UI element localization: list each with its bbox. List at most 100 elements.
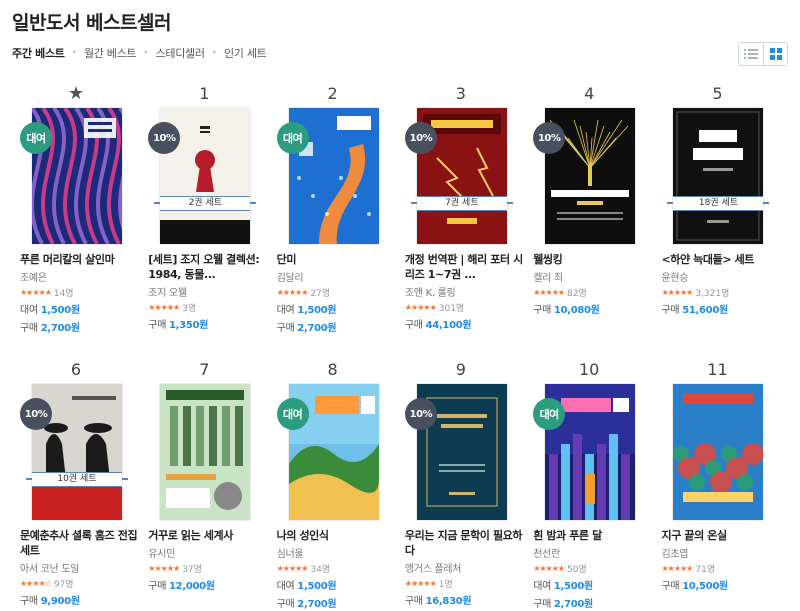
rating-count: 3명: [182, 304, 197, 314]
book-card[interactable]: 4 10% 웰씽킹 켈리 최 ★★★★★ 82명 구매 10,080원: [533, 84, 661, 338]
book-card[interactable]: 2 대여 단미 김달리 ★★★★★ 27명 대여 1,500원 구매 2,700원: [276, 84, 405, 338]
price-label: 구매: [533, 305, 551, 316]
purchase-price: 구매 44,100원: [405, 316, 525, 331]
price-label: 구매: [661, 581, 680, 592]
tab-steady-seller[interactable]: 스테디셀러: [156, 45, 205, 61]
book-card[interactable]: 11 지구 끝의 온실 김초엽 ★★★★★ 71명 구매 10,500원: [661, 360, 789, 611]
book-cover-wrap[interactable]: 대여: [276, 384, 389, 520]
set-count-tag: 7권 세트: [410, 196, 513, 211]
rating-count: 34명: [310, 565, 331, 575]
book-cover-wrap[interactable]: 대여: [20, 108, 132, 244]
price-label: 구매: [20, 323, 38, 334]
price-value: 2,700원: [553, 599, 593, 610]
book-cover-wrap[interactable]: [661, 384, 773, 520]
tab-monthly-best[interactable]: 월간 베스트: [84, 45, 137, 61]
rank-number: 10: [579, 360, 600, 379]
book-author-link[interactable]: 천선란: [533, 545, 653, 560]
book-author-link[interactable]: 유시민: [148, 545, 268, 560]
book-cover-wrap[interactable]: 대여: [276, 108, 389, 244]
book-card[interactable]: 6 10% 10권 세트 문예춘추사 셜록 홈즈 전집 세트 아서 코난 도일 ★★★★☆…: [20, 360, 148, 611]
price-value: 9,900원: [40, 596, 80, 607]
book-title-link[interactable]: 나의 성인식: [277, 528, 397, 543]
book-card[interactable]: 10 대여 흰 밤과 푸른 달 천선란 ★★★★★ 50명 대여 1,500원 구매 2,70…: [533, 360, 661, 611]
book-cover-image[interactable]: [160, 384, 251, 520]
book-author-link[interactable]: 조예은: [20, 269, 140, 284]
book-title-link[interactable]: 거꾸로 읽는 세계사: [148, 528, 268, 543]
book-author-link[interactable]: 아서 코난 도일: [20, 560, 140, 575]
purchase-price: 구매 2,700원: [20, 319, 140, 334]
discount-badge: 10%: [20, 398, 52, 430]
list-view-button[interactable]: [739, 43, 763, 65]
price-value: 2,700원: [297, 599, 337, 610]
rental-price: 대여 1,500원: [277, 577, 397, 592]
price-value: 2,700원: [297, 323, 337, 334]
rating: ★★★★★ 27명: [277, 287, 397, 299]
rating-count: 37명: [182, 565, 202, 575]
book-title-link[interactable]: [세트] 조지 오웰 결렉션: 1984, 동물...: [148, 252, 268, 282]
book-author-link[interactable]: 심너울: [277, 545, 397, 560]
book-card[interactable]: 3 10% 7권 세트 개정 번역판 | 해리 포터 시리즈 1~7권 ... 조앤 K…: [404, 84, 533, 338]
rating: ★★★★★ 82명: [533, 287, 653, 299]
book-cover-wrap[interactable]: [148, 384, 260, 520]
book-cover-wrap[interactable]: 18권 세트: [661, 108, 773, 244]
book-cover-wrap[interactable]: 대여: [533, 384, 645, 520]
rental-price: 대여 1,500원: [277, 301, 397, 316]
tab-separator: •: [71, 48, 77, 58]
book-title-link[interactable]: 개정 번역판 | 해리 포터 시리즈 1~7권 ...: [405, 252, 525, 282]
book-author-link[interactable]: 조지 오웰: [148, 284, 268, 299]
rank-number: 9: [455, 360, 466, 379]
set-count-tag: 18권 세트: [667, 196, 770, 211]
book-card[interactable]: ★ 대여 푸른 머리칼의 살인마 조예은 ★★★★★ 14명 대여 1,500원 구매 2,7…: [20, 84, 148, 338]
rank-number: 4: [584, 84, 595, 103]
price-label: 구매: [276, 323, 295, 334]
book-author-link[interactable]: 켈리 최: [533, 269, 653, 284]
book-title-link[interactable]: 문예춘추사 셜록 홈즈 전집 세트: [20, 528, 140, 558]
book-cover-wrap[interactable]: 10%: [404, 384, 517, 520]
rating-stars-icon: ★★★★★: [20, 288, 52, 297]
purchase-price: 구매 9,900원: [20, 592, 140, 607]
price-label: 구매: [533, 599, 551, 610]
book-title-link[interactable]: 지구 끝의 온실: [661, 528, 781, 543]
rating: ★★★★★ 50명: [533, 563, 653, 575]
book-author-link[interactable]: 앵거스 플레처: [405, 560, 525, 575]
book-title-link[interactable]: 흰 밤과 푸른 달: [533, 528, 653, 543]
rental-badge: 대여: [20, 122, 52, 154]
tab-popular-sets[interactable]: 인기 세트: [224, 45, 267, 61]
book-card[interactable]: 7 거꾸로 읽는 세계사 유시민 ★★★★★ 37명 구매 12,000원: [148, 360, 276, 611]
purchase-price: 구매 16,830원: [405, 592, 525, 607]
book-title-link[interactable]: 푸른 머리칼의 살인마: [20, 252, 140, 267]
tab-separator: •: [143, 48, 149, 58]
book-cover-wrap[interactable]: 10% 10권 세트: [20, 384, 132, 520]
book-author-link[interactable]: 김초엽: [661, 545, 781, 560]
book-info: 흰 밤과 푸른 달 천선란 ★★★★★ 50명 대여 1,500원 구매 2,700원: [533, 528, 653, 610]
set-count-tag: 10권 세트: [26, 472, 128, 487]
rank-number: 6: [70, 360, 82, 379]
tab-weekly-best[interactable]: 주간 베스트: [12, 45, 65, 61]
book-title-link[interactable]: 단미: [277, 252, 397, 267]
book-cover-wrap[interactable]: 10%: [533, 108, 645, 244]
rating: ★★★★★ 1명: [405, 578, 525, 590]
book-author-link[interactable]: 조앤 K. 롤링: [405, 284, 525, 299]
price-value: 1,350원: [169, 320, 209, 331]
book-card[interactable]: 5 18권 세트 <하얀 늑대들> 세트 윤현승 ★★★★★ 3,321명 구매 51,60…: [661, 84, 789, 338]
purchase-price: 구매 2,700원: [533, 595, 653, 610]
grid-view-button[interactable]: [763, 43, 787, 65]
discount-badge: 10%: [533, 122, 566, 154]
book-title-link[interactable]: 우리는 지금 문학이 필요하다: [405, 528, 525, 558]
book-card[interactable]: 8 대여 나의 성인식 심너울 ★★★★★ 34명 대여 1,500원 구매 2,700원: [276, 360, 405, 611]
book-cover-image[interactable]: [673, 384, 764, 520]
book-title-link[interactable]: 웰씽킹: [533, 252, 653, 267]
book-cover-wrap[interactable]: 10% 7권 세트: [404, 108, 517, 244]
rating-stars-icon: ★★★★★: [661, 288, 693, 297]
discount-badge: 10%: [404, 398, 437, 430]
rating: ★★★★★ 14명: [20, 287, 140, 299]
book-cover-wrap[interactable]: 10% 2권 세트: [148, 108, 260, 244]
book-author-link[interactable]: 김달리: [277, 269, 397, 284]
rental-badge: 대여: [276, 122, 309, 154]
book-card[interactable]: 1 10% 2권 세트 [세트] 조지 오웰 결렉션: 1984, 동물... 조지 오…: [148, 84, 276, 338]
book-author-link[interactable]: 윤현승: [661, 269, 781, 284]
purchase-price: 구매 1,350원: [148, 316, 268, 331]
book-cover-image[interactable]: [673, 108, 764, 244]
book-card[interactable]: 9 10% 우리는 지금 문학이 필요하다앵거스 플레처 ★★★★★ 1명구매 16,8…: [404, 360, 533, 611]
book-title-link[interactable]: <하얀 늑대들> 세트: [661, 252, 781, 267]
